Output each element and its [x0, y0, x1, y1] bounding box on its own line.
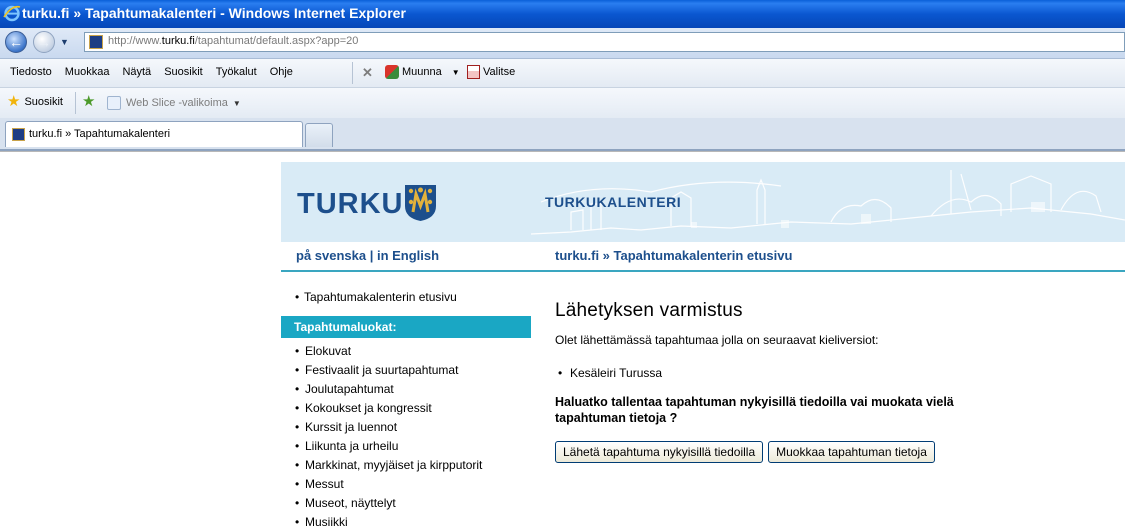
navigation-strip: på svenska | in English turku.fi » Tapah… — [281, 242, 1125, 272]
page-title: Lähetyksen varmistus — [555, 300, 743, 321]
valitse-button[interactable]: Valitse — [467, 65, 515, 79]
menu-item-suosikit[interactable]: Suosikit — [164, 66, 203, 78]
menu-item-muokkaa[interactable]: Muokkaa — [65, 66, 110, 78]
forward-arrow-icon: → — [37, 34, 51, 50]
sidebar-item-messut[interactable]: Messut — [281, 475, 531, 494]
breadcrumb[interactable]: turku.fi » Tapahtumakalenterin etusivu — [555, 248, 792, 263]
window-title: turku.fi » Tapahtumakalenteri - Windows … — [22, 5, 406, 21]
sidebar-item-liikunta[interactable]: Liikunta ja urheilu — [281, 437, 531, 456]
favorites-button[interactable]: ★ Suosikit — [7, 93, 63, 110]
chevron-down-icon[interactable]: ▼ — [452, 68, 460, 77]
web-slice-icon — [107, 96, 121, 110]
back-arrow-icon: ← — [9, 34, 23, 50]
list-item: Kesäleiri Turussa — [555, 366, 1055, 380]
sidebar-item-joulutapahtumat[interactable]: Joulutapahtumat — [281, 380, 531, 399]
star-icon: ★ — [7, 93, 21, 110]
address-bar[interactable]: http://www.turku.fi/tapahtumat/default.a… — [84, 32, 1125, 52]
intro-text: Olet lähettämässä tapahtumaa jolla on se… — [555, 333, 879, 347]
convert-icon — [385, 65, 399, 79]
forward-button[interactable]: → — [33, 31, 55, 53]
back-button[interactable]: ← — [5, 31, 27, 53]
tab-favicon-icon — [12, 128, 25, 141]
muunna-label: Muunna — [402, 66, 442, 78]
menu-item-tyokalut[interactable]: Työkalut — [216, 66, 257, 78]
web-slice-gallery-button[interactable]: Web Slice -valikoima ▼ — [107, 96, 241, 110]
muunna-button[interactable]: Muunna ▼ — [385, 65, 460, 79]
menu-item-tiedosto[interactable]: Tiedosto — [10, 66, 52, 78]
turku-coat-of-arms-icon — [405, 185, 436, 221]
confirmation-question: Haluatko tallentaa tapahtuman nykyisillä… — [555, 395, 954, 425]
internet-explorer-icon — [3, 5, 21, 22]
sidebar-item-kurssit[interactable]: Kurssit ja luennot — [281, 418, 531, 437]
valitse-label: Valitse — [483, 66, 516, 78]
sidebar-item-home[interactable]: Tapahtumakalenterin etusivu — [281, 288, 531, 307]
toolbar-divider — [352, 62, 353, 84]
categories-heading: Tapahtumaluokat: — [281, 316, 531, 338]
window-title-bar: turku.fi » Tapahtumakalenteri - Windows … — [0, 0, 1125, 28]
address-toolbar: ← → ▼ http://www.turku.fi/tapahtumat/def… — [0, 28, 1125, 59]
turku-logo-text[interactable]: TURKU — [297, 188, 404, 221]
site-favicon-icon — [89, 35, 103, 49]
send-event-button[interactable]: Lähetä tapahtuma nykyisillä tiedoilla — [555, 441, 764, 463]
sidebar-item-elokuvat[interactable]: Elokuvat — [281, 342, 531, 361]
tab-turku-tapahtumakalenteri[interactable]: turku.fi » Tapahtumakalenteri — [5, 121, 303, 147]
favorites-divider — [75, 92, 76, 114]
main-content: Lähetyksen varmistus Olet lähettämässä t… — [555, 300, 1055, 463]
edit-event-button[interactable]: Muokkaa tapahtuman tietoja — [768, 441, 935, 463]
web-page: TURKU TURKUKALENTERI på svenska | in Eng… — [0, 151, 1125, 532]
menu-item-ohje[interactable]: Ohje — [270, 66, 293, 78]
chevron-down-icon[interactable]: ▼ — [233, 99, 241, 108]
menu-item-nayta[interactable]: Näytä — [122, 66, 151, 78]
sidebar: Tapahtumakalenterin etusivu Tapahtumaluo… — [281, 288, 531, 532]
site-banner: TURKU TURKUKALENTERI — [281, 162, 1125, 242]
sidebar-item-markkinat[interactable]: Markkinat, myyjäiset ja kirpputorit — [281, 456, 531, 475]
menu-bar: Tiedosto Muokkaa Näytä Suosikit Työkalut… — [0, 59, 1125, 88]
history-dropdown-icon[interactable]: ▼ — [60, 37, 69, 47]
favorites-bar: ★ Suosikit ★ Web Slice -valikoima ▼ — [0, 88, 1125, 119]
calendar-title: TURKUKALENTERI — [545, 194, 682, 210]
tab-label: turku.fi » Tapahtumakalenteri — [29, 128, 171, 140]
sidebar-item-festivaalit[interactable]: Festivaalit ja suurtapahtumat — [281, 361, 531, 380]
favorites-label: Suosikit — [24, 96, 63, 108]
add-favorite-icon[interactable]: ★ — [82, 94, 95, 109]
sidebar-item-musiikki[interactable]: Musiikki — [281, 513, 531, 532]
new-tab-button[interactable] — [305, 123, 333, 147]
select-icon — [467, 65, 480, 79]
close-icon[interactable]: ✕ — [362, 65, 373, 81]
web-slice-label: Web Slice -valikoima — [126, 97, 228, 109]
tab-bar: turku.fi » Tapahtumakalenteri — [0, 118, 1125, 151]
sidebar-item-kokoukset[interactable]: Kokoukset ja kongressit — [281, 399, 531, 418]
language-links[interactable]: på svenska | in English — [296, 248, 439, 263]
address-url[interactable]: http://www.turku.fi/tapahtumat/default.a… — [108, 35, 358, 47]
sidebar-item-museot[interactable]: Museot, näyttelyt — [281, 494, 531, 513]
